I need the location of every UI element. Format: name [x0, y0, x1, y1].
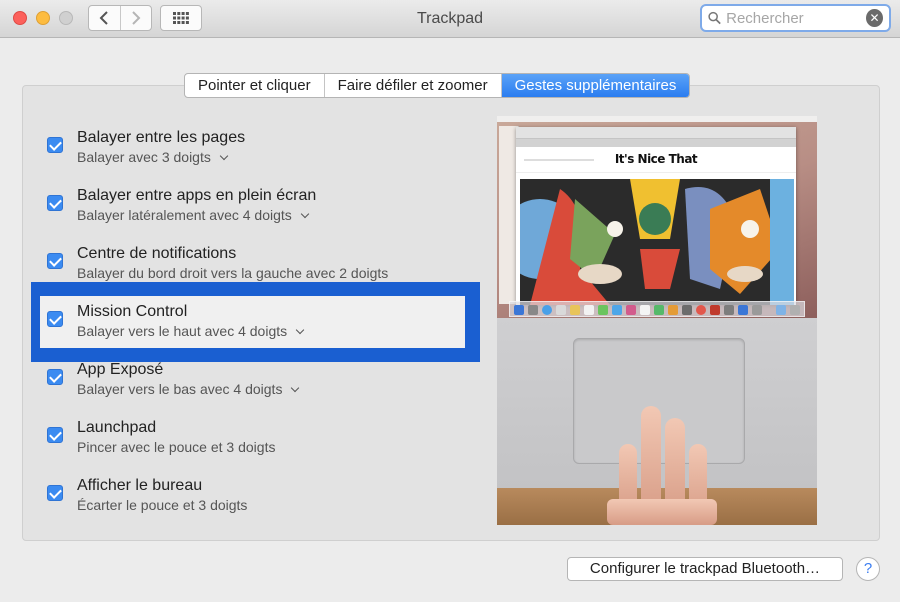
search-icon	[708, 11, 721, 25]
gesture-title: Balayer entre apps en plein écran	[77, 187, 317, 204]
tab-gestes-supplementaires[interactable]: Gestes supplémentaires	[500, 74, 690, 97]
gesture-title: Afficher le bureau	[77, 477, 203, 494]
checkbox[interactable]	[47, 485, 63, 501]
chevron-down-icon	[300, 209, 310, 219]
search-input[interactable]	[726, 9, 867, 27]
gesture-preview-video: It's Nice That	[497, 116, 817, 525]
preview-site-logo: It's Nice That	[614, 152, 698, 166]
gesture-subtitle: Écarter le pouce et 3 doigts	[77, 497, 248, 513]
gesture-subtitle: Balayer vers le haut avec 4 doigts	[77, 323, 288, 339]
gesture-subtitle: Pincer avec le pouce et 3 doigts	[77, 439, 276, 455]
tab-pointer-et-cliquer[interactable]: Pointer et cliquer	[185, 74, 324, 97]
checkbox[interactable]	[47, 195, 63, 211]
help-button[interactable]: ?	[856, 557, 880, 581]
tab-faire-defiler-et-zoomer[interactable]: Faire défiler et zoomer	[323, 74, 501, 97]
checkbox[interactable]	[47, 253, 63, 269]
checkbox[interactable]	[47, 427, 63, 443]
clear-search-icon[interactable]: ✕	[866, 9, 883, 27]
preview-dock	[509, 301, 805, 317]
preview-illustration	[520, 179, 794, 305]
gesture-title: Balayer entre les pages	[77, 129, 246, 146]
gesture-option-popup[interactable]: Balayer vers le haut avec 4 doigts	[77, 323, 305, 339]
preview-menubar	[497, 116, 817, 122]
chevron-down-icon	[219, 151, 229, 161]
preview-browser-window: It's Nice That	[516, 127, 796, 305]
gesture-option-popup[interactable]: Balayer vers le bas avec 4 doigts	[77, 381, 300, 397]
preview-dock-icons	[514, 305, 800, 315]
gesture-subtitle: Balayer du bord droit vers la gauche ave…	[77, 265, 389, 281]
gesture-title: Mission Control	[77, 303, 188, 320]
preview-site-header: It's Nice That	[516, 147, 796, 173]
configure-bluetooth-trackpad-button[interactable]: Configurer le trackpad Bluetooth…	[567, 557, 843, 581]
illustration-image	[520, 179, 794, 305]
checkbox[interactable]	[47, 369, 63, 385]
preview-screen: It's Nice That	[497, 116, 817, 318]
chevron-down-icon	[291, 383, 300, 393]
gesture-subtitle: Balayer vers le bas avec 4 doigts	[77, 381, 283, 397]
checkbox[interactable]	[47, 137, 63, 153]
gesture-option-popup[interactable]: Balayer avec 3 doigts	[77, 149, 229, 165]
preview-browser-toolbar	[516, 127, 796, 139]
hand-icon	[607, 406, 717, 525]
gesture-option-popup[interactable]: Balayer latéralement avec 4 doigts	[77, 207, 310, 223]
gesture-title: Centre de notifications	[77, 245, 237, 262]
gesture-subtitle: Balayer avec 3 doigts	[77, 149, 211, 165]
highlight-arrow	[416, 296, 438, 348]
gesture-title: Launchpad	[77, 419, 157, 436]
checkbox[interactable]	[47, 311, 63, 327]
title-bar: Trackpad ✕	[0, 0, 900, 38]
tab-bar: Pointer et cliquer Faire défiler et zoom…	[184, 73, 691, 98]
search-field[interactable]: ✕	[700, 4, 891, 32]
gesture-subtitle: Balayer latéralement avec 4 doigts	[77, 207, 292, 223]
chevron-down-icon	[295, 325, 305, 335]
preview-browser-tabs	[516, 139, 796, 147]
gesture-title: App Exposé	[77, 361, 164, 378]
